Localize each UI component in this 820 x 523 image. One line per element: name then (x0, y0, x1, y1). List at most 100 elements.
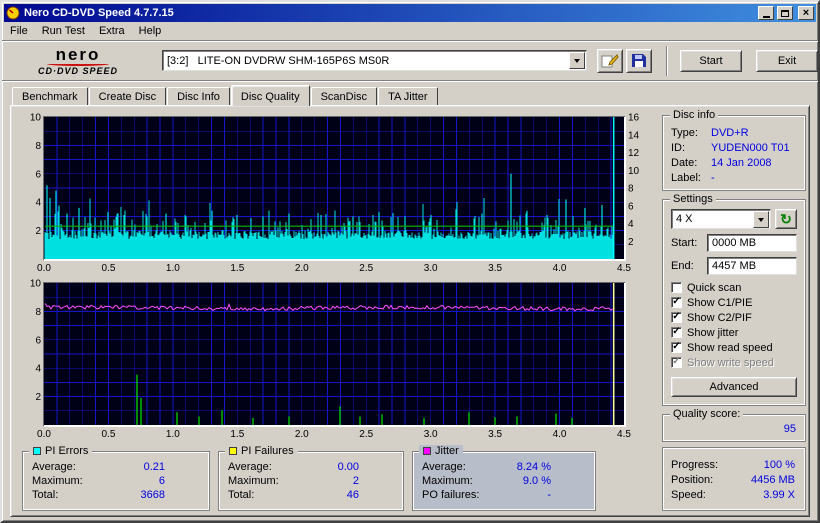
check-icon: ✓ (672, 326, 681, 337)
stat-label: Maximum: (422, 475, 473, 487)
window-title: Nero CD-DVD Speed 4.7.7.15 (24, 7, 174, 19)
svg-text:4.0: 4.0 (553, 429, 567, 440)
check-icon: ✓ (672, 296, 681, 307)
stat-row: Maximum: 6 (23, 474, 209, 488)
svg-text:10: 10 (30, 279, 42, 290)
info-label: Date: (671, 156, 698, 169)
maximize-button[interactable] (777, 6, 793, 20)
tab-benchmark[interactable]: Benchmark (12, 87, 88, 105)
start-row: Start: 0000 MB (663, 234, 805, 252)
tab-disc-quality[interactable]: Disc Quality (230, 85, 310, 106)
svg-text:6: 6 (628, 201, 634, 212)
quality-score-group: Quality score: 95 (662, 408, 806, 442)
end-position-input[interactable]: 4457 MB (707, 257, 797, 275)
info-row: Label: - (663, 170, 805, 185)
stat-label: Maximum: (32, 475, 83, 487)
stat-value: 3668 (140, 489, 165, 501)
jitter-legend: Jitter (419, 445, 463, 457)
svg-text:4.5: 4.5 (617, 263, 631, 274)
checkbox-label: Quick scan (687, 281, 742, 294)
tab-disc-info[interactable]: Disc Info (167, 87, 230, 105)
info-value: YUDEN000 T01 (711, 141, 790, 154)
stat-row: Total: 3668 (23, 488, 209, 502)
stat-row: Average: 0.21 (23, 460, 209, 474)
pi-errors-legend: PI Errors (29, 445, 93, 457)
checkbox-label: Show jitter (687, 326, 739, 339)
checkbox-quick-scan[interactable]: ✓ Quick scan (663, 280, 805, 295)
app-icon[interactable] (6, 6, 20, 20)
write-test-button[interactable] (597, 48, 623, 73)
tab-scandisc[interactable]: ScanDisc (310, 87, 378, 105)
check-icon: ✓ (672, 311, 681, 322)
logo-brand-text: nero (55, 44, 101, 64)
check-icon: ✓ (672, 341, 681, 352)
stat-value: 2 (352, 475, 359, 487)
menu-item-extra[interactable]: Extra (92, 23, 132, 39)
svg-text:4.5: 4.5 (617, 429, 631, 440)
minimize-button[interactable] (758, 6, 774, 20)
checkbox-show-read-speed[interactable]: ✓ Show read speed (663, 340, 805, 355)
info-value: - (711, 171, 715, 184)
refresh-icon: ↻ (780, 210, 792, 227)
charts-column: 10 8 6 4 2 16 14 12 10 8 6 4 2 0.0 0.5 1.0 1.5 2.0 2.5 3.0 3… (14, 109, 658, 513)
checkbox-label: Show C1/PIE (687, 296, 753, 309)
start-label: Start: (671, 237, 698, 249)
stat-value: 0.21 (143, 461, 165, 473)
close-button[interactable]: × (798, 6, 814, 20)
stat-row: Maximum: 2 (219, 474, 403, 488)
progress-label: Progress: (671, 458, 719, 471)
stat-label: Average: (32, 461, 76, 473)
stat-label: Maximum: (228, 475, 279, 487)
checkbox-box: ✓ (671, 312, 682, 323)
logo-swoosh (47, 62, 109, 66)
stat-row: Average: 0.00 (219, 460, 403, 474)
stats-row: PI Errors Average: 0.21 Maximum: 6 Total: 3… (22, 445, 658, 511)
progress-group: Progress: 100 % Position: 4456 MB Speed: 3.… (662, 447, 806, 511)
checkbox-box: ✓ (671, 342, 682, 353)
checkbox-label: Show C2/PIF (687, 311, 752, 324)
svg-text:3.5: 3.5 (488, 263, 502, 274)
info-label: Type: (671, 126, 698, 139)
toolbar: nero CD·DVD SPEED [3:2] LITE-ON DVDRW SH… (2, 41, 818, 81)
speed-dropdown-button[interactable] (753, 210, 769, 228)
svg-text:4: 4 (35, 364, 41, 375)
refresh-button[interactable]: ↻ (775, 209, 797, 229)
checkbox-show-jitter[interactable]: ✓ Show jitter (663, 325, 805, 340)
stat-value: 0.00 (337, 461, 359, 473)
stat-label: Average: (228, 461, 272, 473)
svg-text:1.5: 1.5 (230, 429, 244, 440)
menu-item-run-test[interactable]: Run Test (35, 23, 92, 39)
menu-item-help[interactable]: Help (132, 23, 169, 39)
checkbox-show-write-speed[interactable]: ✓ Show write speed (663, 355, 805, 370)
svg-text:1.0: 1.0 (166, 429, 180, 440)
svg-text:6: 6 (35, 169, 41, 180)
svg-text:8: 8 (35, 307, 41, 318)
minimize-icon (762, 15, 770, 18)
disc-quality-panel: 10 8 6 4 2 16 14 12 10 8 6 4 2 0.0 0.5 1.0 1.5 2.0 2.5 3.0 3… (10, 105, 810, 517)
tab-ta-jitter[interactable]: TA Jitter (378, 87, 438, 105)
svg-text:2.5: 2.5 (359, 429, 373, 440)
drive-select[interactable]: [3:2] LITE-ON DVDRW SHM-165P6S MS0R (162, 50, 587, 71)
tab-create-disc[interactable]: Create Disc (88, 87, 167, 105)
scan-speed-select[interactable]: 4 X (671, 209, 771, 229)
svg-text:6: 6 (35, 335, 41, 346)
drive-select-value: [3:2] LITE-ON DVDRW SHM-165P6S MS0R (167, 54, 390, 67)
start-button[interactable]: Start (680, 49, 742, 72)
exit-button[interactable]: Exit (756, 49, 818, 72)
logo-product-text: CD·DVD SPEED (37, 65, 118, 76)
checkbox-show-c2-pif[interactable]: ✓ Show C2/PIF (663, 310, 805, 325)
quality-score-value: 95 (783, 423, 796, 435)
menu-bar: File Run Test Extra Help (2, 22, 818, 41)
end-row: End: 4457 MB (663, 257, 805, 275)
disc-info-title: Disc info (670, 109, 719, 121)
svg-text:2.0: 2.0 (295, 263, 309, 274)
start-position-input[interactable]: 0000 MB (707, 234, 797, 252)
advanced-button[interactable]: Advanced (671, 377, 797, 397)
drive-dropdown-button[interactable] (569, 52, 585, 69)
save-button[interactable] (626, 48, 652, 73)
svg-text:4.0: 4.0 (553, 263, 567, 274)
checkbox-show-c1-pie[interactable]: ✓ Show C1/PIE (663, 295, 805, 310)
checkbox-box: ✓ (671, 327, 682, 338)
svg-text:3.5: 3.5 (488, 429, 502, 440)
menu-item-file[interactable]: File (3, 23, 35, 39)
